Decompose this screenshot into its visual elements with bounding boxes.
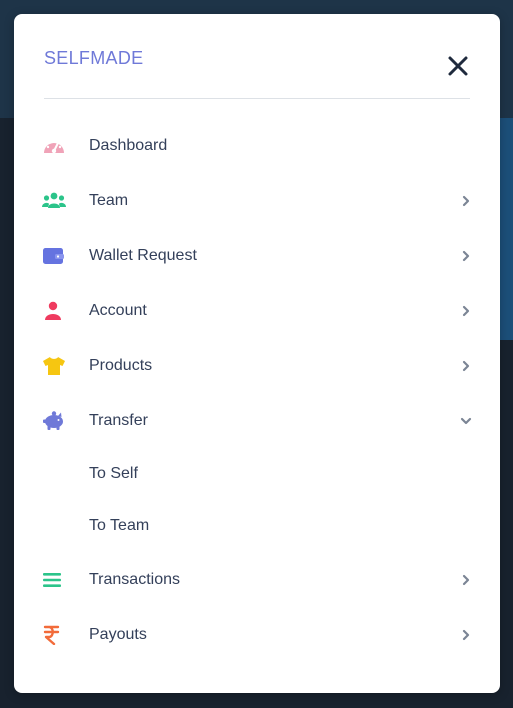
chevron-right-icon (460, 574, 472, 586)
users-icon (42, 191, 66, 211)
sidebar-item-label: Transactions (89, 571, 180, 588)
sidebar-item-dashboard[interactable]: Dashboard (14, 126, 500, 166)
chevron-down-icon (460, 415, 472, 427)
speedometer-icon (42, 136, 66, 156)
wallet-icon (42, 246, 66, 266)
sidebar-item-wallet-request[interactable]: Wallet Request (14, 236, 500, 276)
chevron-right-icon (460, 250, 472, 262)
rupee-icon (42, 625, 66, 645)
brand-logo[interactable]: SELFMADE (44, 48, 143, 69)
navigation-drawer: SELFMADE Dashboard Team Wallet Request A… (14, 14, 500, 693)
sidebar-item-label: Dashboard (89, 137, 168, 154)
sidebar-item-label: Transfer (89, 412, 148, 429)
sidebar-item-team[interactable]: Team (14, 181, 500, 221)
submenu-item-label: To Self (89, 465, 138, 482)
chevron-right-icon (460, 305, 472, 317)
chevron-right-icon (460, 360, 472, 372)
piggy-bank-icon (42, 411, 66, 431)
drawer-header: SELFMADE (44, 14, 470, 99)
sidebar-item-account[interactable]: Account (14, 291, 500, 331)
sidebar-item-transactions[interactable]: Transactions (14, 560, 500, 600)
close-button[interactable] (446, 54, 470, 78)
sidebar-item-label: Team (89, 192, 129, 209)
chevron-right-icon (460, 195, 472, 207)
list-icon (42, 570, 66, 590)
chevron-right-icon (460, 629, 472, 641)
submenu-item-to-team[interactable]: To Team (14, 508, 500, 544)
tshirt-icon (42, 356, 66, 376)
sidebar-item-transfer[interactable]: Transfer (14, 401, 500, 441)
submenu-item-to-self[interactable]: To Self (14, 456, 500, 492)
sidebar-item-products[interactable]: Products (14, 346, 500, 386)
user-icon (42, 301, 66, 321)
sidebar-item-payouts[interactable]: Payouts (14, 615, 500, 655)
sidebar-item-label: Wallet Request (89, 247, 197, 264)
close-icon (448, 56, 468, 76)
sidebar-item-label: Payouts (89, 626, 147, 643)
sidebar-item-label: Account (89, 302, 147, 319)
sidebar-item-label: Products (89, 357, 153, 374)
submenu-item-label: To Team (89, 517, 150, 534)
